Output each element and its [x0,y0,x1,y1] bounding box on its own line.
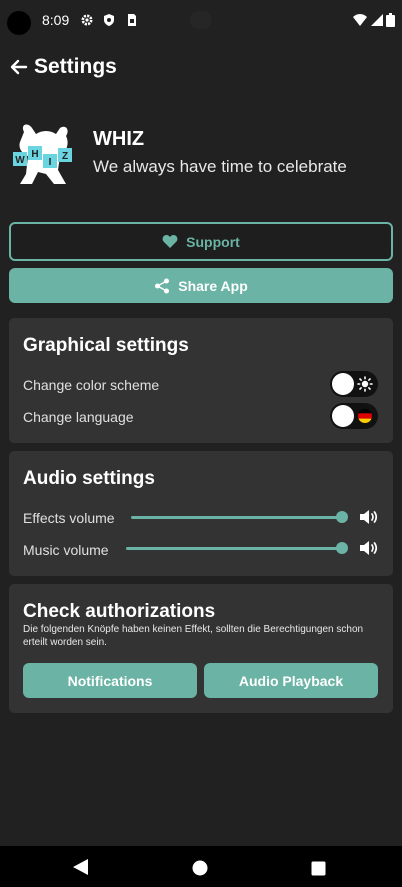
status-time: 8:09 [42,12,70,28]
slider-thumb[interactable] [336,542,348,554]
app-name: WHIZ [93,128,145,150]
camera-cutout [7,11,31,35]
logo-letter: W [15,155,25,166]
effects-volume-slider[interactable] [131,509,348,525]
nav-back-button[interactable] [72,858,89,881]
audio-settings-card: Audio settings Effects volume Music volu… [9,451,393,576]
page-title: Settings [34,55,117,78]
share-app-button[interactable]: Share App [9,268,393,303]
app-logo: W H I Z [10,118,78,190]
logo-letter: Z [62,151,68,162]
app-tagline: We always have time to celebrate [93,157,347,176]
language-label: Change language [23,409,134,425]
effects-volume-label: Effects volume [23,510,115,526]
status-bar: 8:09 [0,0,402,40]
heart-icon [162,235,178,248]
back-button[interactable] [8,56,30,78]
back-triangle-icon [73,859,88,875]
speaker-icon[interactable] [359,508,379,526]
graphical-settings-card: Graphical settings Change color scheme C… [9,318,393,443]
recents-square-icon [311,861,326,876]
home-circle-icon [192,860,208,876]
authorizations-title: Check authorizations [23,601,216,622]
audio-settings-title: Audio settings [23,468,155,489]
logo-letter: I [49,157,52,168]
toggle-knob [332,405,354,427]
german-flag-icon [358,409,372,423]
graphical-settings-title: Graphical settings [23,335,189,356]
arrow-left-icon [10,59,28,75]
logo-letter: H [31,149,38,160]
sim-card-icon [124,13,138,27]
color-scheme-label: Change color scheme [23,377,160,393]
authorizations-note: Die folgenden Knöpfe haben keinen Effekt… [23,624,364,648]
authorizations-card: Check authorizations Die folgenden Knöpf… [9,584,393,713]
app-bar: Settings [0,50,402,86]
support-label: Support [186,233,240,250]
slider-thumb[interactable] [336,511,348,523]
audio-playback-button[interactable]: Audio Playback [204,663,378,698]
system-nav-bar [0,846,402,887]
signal-icon [370,13,384,27]
slider-track [126,547,342,550]
slider-track [131,516,342,519]
support-button[interactable]: Support [9,222,393,261]
color-scheme-toggle[interactable] [330,371,378,397]
app-header: W H I Z WHIZ We always have time to cele… [0,112,402,196]
nav-recents-button[interactable] [311,861,326,881]
notifications-button[interactable]: Notifications [23,663,197,698]
share-icon [155,278,170,293]
wifi-icon [353,13,367,27]
speaker-icon[interactable] [359,539,379,557]
share-label: Share App [178,277,248,294]
music-volume-label: Music volume [23,542,109,558]
sun-icon [357,376,373,392]
nav-home-button[interactable] [192,860,208,881]
language-toggle[interactable] [330,403,378,429]
front-sensor [190,11,212,29]
shield-icon [102,13,116,27]
gear-icon [80,13,94,27]
toggle-knob [332,373,354,395]
music-volume-slider[interactable] [126,540,348,556]
battery-icon [386,13,395,27]
